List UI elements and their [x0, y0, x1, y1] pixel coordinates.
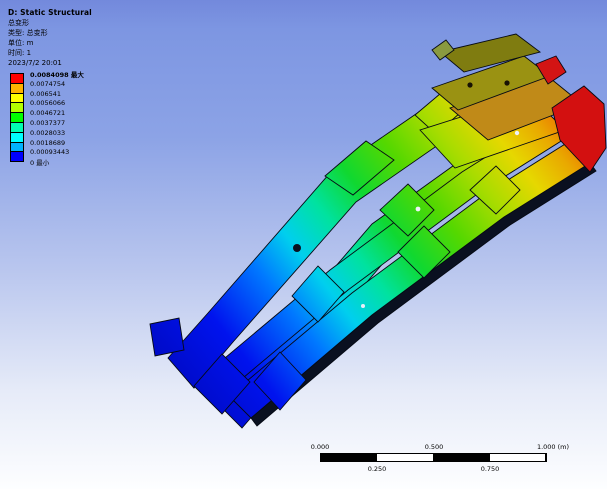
- ansys-viewport[interactable]: D: Static Structural 总变形 类型: 总变形 单位: m 时…: [0, 0, 607, 489]
- result-header: D: Static Structural 总变形 类型: 总变形 单位: m 时…: [8, 8, 92, 68]
- analysis-title: D: Static Structural: [8, 8, 92, 17]
- scale-tick-label: 0.000: [310, 443, 330, 451]
- scale-bar: [320, 453, 547, 462]
- legend-value-label: 0.0056066: [30, 99, 66, 108]
- result-unit: 单位: m: [8, 39, 34, 47]
- bolt-hole: [467, 82, 473, 88]
- legend-value-label: 0.00093443: [30, 148, 70, 157]
- legend-color-band: [10, 151, 24, 163]
- legend-value-label: 0.0018689: [30, 138, 66, 147]
- pin-hole: [415, 206, 421, 212]
- scale-segment: [376, 454, 434, 461]
- result-type: 类型: 总变形: [8, 29, 48, 37]
- scale-tick-label: 0.250: [367, 465, 387, 473]
- legend-value-label: 0 最小: [30, 159, 50, 168]
- result-time: 时间: 1: [8, 49, 32, 57]
- scale-segment: [433, 454, 489, 461]
- scale-tick-label: 0.500: [424, 443, 444, 451]
- scale-segment: [488, 454, 546, 461]
- scale-tick-label: 0.750: [480, 465, 500, 473]
- scale-segment: [321, 454, 377, 461]
- fea-model-canvas[interactable]: [0, 0, 607, 489]
- result-date: 2023/7/2 20:01: [8, 59, 62, 67]
- legend-value-label: 0.0028033: [30, 128, 66, 137]
- result-name: 总变形: [8, 19, 29, 27]
- pin-hole: [361, 304, 365, 308]
- pin-hole: [514, 130, 520, 136]
- model-geometry: [149, 33, 607, 429]
- legend-value-label: 0.0084098 最大: [30, 71, 84, 79]
- bolt-hole: [504, 80, 510, 86]
- bolt-hole: [293, 244, 301, 252]
- legend-value-label: 0.0046721: [30, 109, 66, 118]
- legend-value-label: 0.0074754: [30, 79, 66, 88]
- scale-tick-label: 1.000 (m): [536, 443, 570, 451]
- legend-value-label: 0.0037377: [30, 119, 66, 127]
- legend-value-label: 0.006541: [30, 89, 62, 98]
